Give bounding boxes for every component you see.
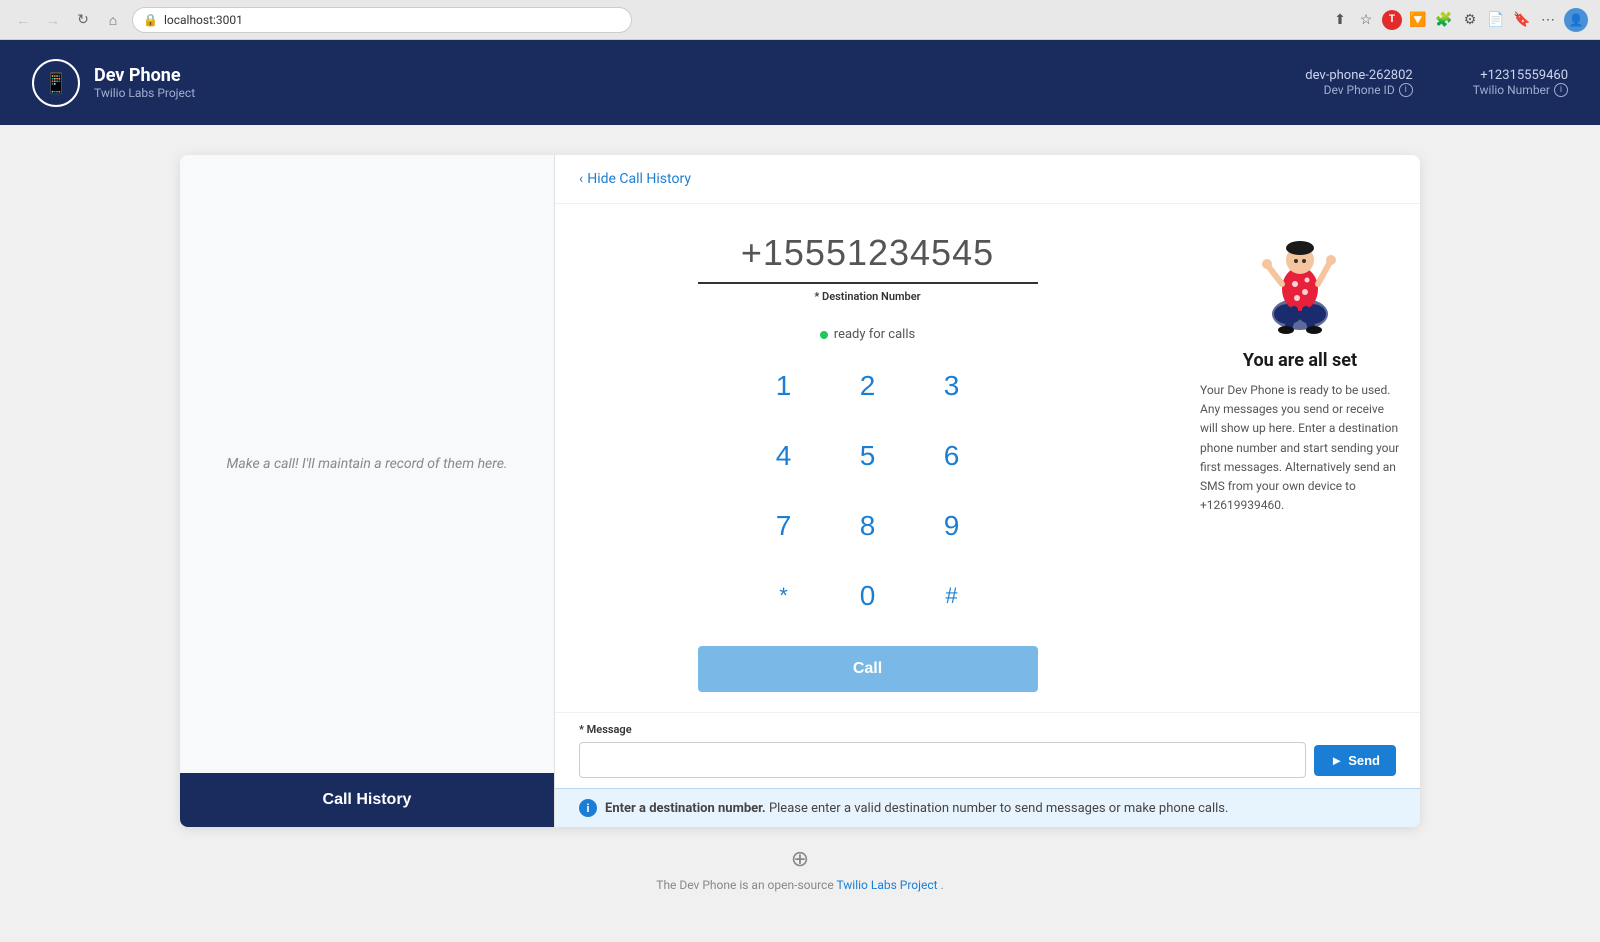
- dev-phone-id-value: dev-phone-262802: [1305, 68, 1412, 83]
- keypad-section: * Destination Number ready for calls 1 2…: [555, 204, 1180, 712]
- call-button[interactable]: Call: [698, 646, 1038, 692]
- twilio-icon: T: [1382, 10, 1402, 30]
- key-star[interactable]: *: [754, 566, 814, 626]
- url-text: localhost:3001: [164, 13, 243, 27]
- browser-icon-bar: ⬆ ☆ T 🔽 🧩 ⚙ 📄 🔖 ⋯ 👤: [1330, 8, 1588, 32]
- twilio-number-label: Twilio Number i: [1473, 83, 1568, 97]
- app-title-block: Dev Phone Twilio Labs Project: [94, 65, 195, 100]
- warning-icon: i: [579, 799, 597, 817]
- app-name: Dev Phone: [94, 65, 195, 86]
- ext-icon6[interactable]: ⋯: [1538, 10, 1558, 30]
- destination-label: * Destination Number: [698, 290, 1038, 303]
- key-8[interactable]: 8: [838, 496, 898, 556]
- message-input[interactable]: [579, 742, 1306, 778]
- footer-text-prefix: The Dev Phone is an open-source: [656, 878, 836, 892]
- logo-icon: 📱: [44, 71, 69, 95]
- key-5[interactable]: 5: [838, 426, 898, 486]
- hide-history-link[interactable]: ‹ Hide Call History: [579, 171, 1396, 187]
- status-text: ready for calls: [834, 327, 915, 342]
- warning-bar: i Enter a destination number. Please ent…: [555, 788, 1420, 827]
- main-card: Make a call! I'll maintain a record of t…: [180, 155, 1420, 827]
- app-subtitle: Twilio Labs Project: [94, 86, 195, 100]
- phone-number-input-area: * Destination Number: [698, 224, 1038, 303]
- footer-text: The Dev Phone is an open-source Twilio L…: [200, 878, 1400, 892]
- footer-text-suffix: .: [941, 878, 944, 892]
- left-panel: Make a call! I'll maintain a record of t…: [180, 155, 555, 827]
- browser-chrome: ← → ↻ ⌂ 🔒 localhost:3001 ⬆ ☆ T 🔽 🧩 ⚙ 📄 🔖…: [0, 0, 1600, 40]
- keypad-grid: 1 2 3 4 5 6 7 8 9 * 0 #: [754, 356, 982, 626]
- home-button[interactable]: ⌂: [102, 9, 124, 31]
- warning-bold-text: Enter a destination number.: [605, 801, 766, 816]
- ext-icon2[interactable]: 🧩: [1434, 10, 1454, 30]
- character-illustration: [1250, 224, 1350, 334]
- key-4[interactable]: 4: [754, 426, 814, 486]
- refresh-button[interactable]: ↻: [72, 9, 94, 31]
- twilio-number-value: +12315559460: [1473, 68, 1568, 83]
- phone-number-input[interactable]: [698, 224, 1038, 284]
- star-icon[interactable]: ☆: [1356, 10, 1376, 30]
- footer: ⊕ The Dev Phone is an open-source Twilio…: [180, 827, 1420, 912]
- dev-phone-id-label: Dev Phone ID i: [1305, 83, 1412, 97]
- status-indicator: ready for calls: [820, 327, 915, 342]
- app-header: 📱 Dev Phone Twilio Labs Project dev-phon…: [0, 40, 1600, 125]
- message-label: * Message: [579, 723, 1396, 736]
- key-1[interactable]: 1: [754, 356, 814, 416]
- call-history-button[interactable]: Call History: [180, 773, 554, 827]
- key-9[interactable]: 9: [922, 496, 982, 556]
- empty-call-history-message: Make a call! I'll maintain a record of t…: [207, 436, 528, 492]
- send-label: Send: [1348, 753, 1380, 768]
- hide-history-bar: ‹ Hide Call History: [555, 155, 1420, 204]
- header-info: dev-phone-262802 Dev Phone ID i +1231555…: [1305, 68, 1568, 97]
- all-set-description: Your Dev Phone is ready to be used. Any …: [1200, 381, 1400, 515]
- app-logo: 📱: [32, 59, 80, 107]
- forward-button[interactable]: →: [42, 9, 64, 31]
- call-history-body: Make a call! I'll maintain a record of t…: [180, 155, 554, 773]
- ext-icon3[interactable]: ⚙: [1460, 10, 1480, 30]
- key-hash[interactable]: #: [922, 566, 982, 626]
- key-7[interactable]: 7: [754, 496, 814, 556]
- status-dot: [820, 331, 828, 339]
- dev-phone-id-block: dev-phone-262802 Dev Phone ID i: [1305, 68, 1412, 97]
- right-panel: ‹ Hide Call History * Destination Number…: [555, 155, 1420, 827]
- key-6[interactable]: 6: [922, 426, 982, 486]
- twilio-number-block: +12315559460 Twilio Number i: [1473, 68, 1568, 97]
- main-content: Make a call! I'll maintain a record of t…: [0, 125, 1600, 942]
- footer-link[interactable]: Twilio Labs Project: [836, 878, 937, 892]
- ext-icon1[interactable]: 🔽: [1408, 10, 1428, 30]
- footer-icon: ⊕: [200, 847, 1400, 872]
- message-section: * Message ► Send: [555, 712, 1420, 788]
- key-3[interactable]: 3: [922, 356, 982, 416]
- address-bar[interactable]: 🔒 localhost:3001: [132, 7, 632, 33]
- share-icon[interactable]: ⬆: [1330, 10, 1350, 30]
- send-icon: ►: [1330, 753, 1343, 768]
- warning-text: Enter a destination number. Please enter…: [605, 801, 1228, 816]
- chevron-left-icon: ‹: [579, 171, 583, 187]
- hide-history-label: Hide Call History: [587, 171, 691, 187]
- warning-regular-text: Please enter a valid destination number …: [769, 801, 1228, 816]
- ext-icon5[interactable]: 🔖: [1512, 10, 1532, 30]
- twilio-number-info-icon[interactable]: i: [1554, 83, 1568, 97]
- all-set-title: You are all set: [1243, 350, 1357, 371]
- send-button[interactable]: ► Send: [1314, 745, 1396, 776]
- back-button[interactable]: ←: [12, 9, 34, 31]
- message-row: ► Send: [579, 742, 1396, 778]
- dialer-area: * Destination Number ready for calls 1 2…: [555, 204, 1420, 712]
- ext-icon4[interactable]: 📄: [1486, 10, 1506, 30]
- lock-icon: 🔒: [143, 13, 158, 27]
- key-0[interactable]: 0: [838, 566, 898, 626]
- profile-icon[interactable]: 👤: [1564, 8, 1588, 32]
- key-2[interactable]: 2: [838, 356, 898, 416]
- info-section: You are all set Your Dev Phone is ready …: [1180, 204, 1420, 712]
- dev-phone-info-icon[interactable]: i: [1399, 83, 1413, 97]
